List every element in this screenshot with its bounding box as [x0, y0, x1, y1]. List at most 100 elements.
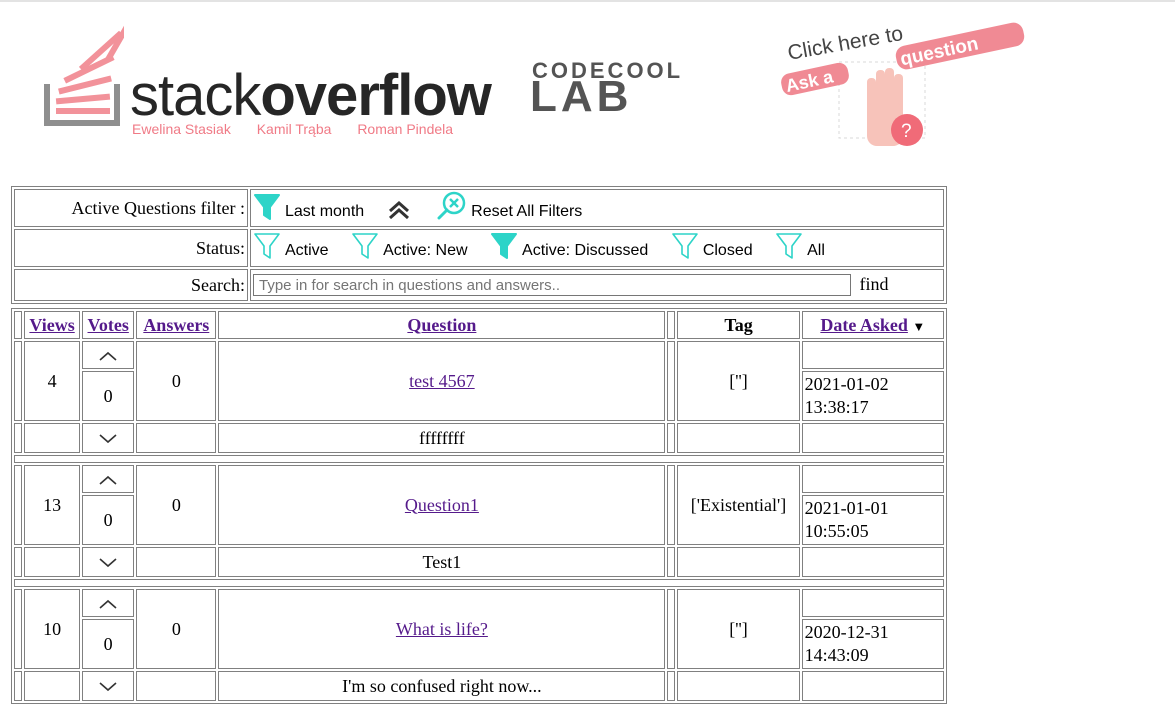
questions-table: Views Votes Answers Question Tag Date As…	[11, 308, 947, 704]
search-row: find	[250, 269, 944, 301]
funnel-filled-icon	[254, 193, 280, 220]
question-title-cell: What is life?	[218, 589, 666, 669]
question-link[interactable]: Question1	[405, 495, 479, 515]
date-cell: 2021-01-01 10:55:05	[801, 495, 944, 545]
question-link[interactable]: test 4567	[409, 371, 475, 391]
sort-date-label: Date Asked	[820, 314, 908, 335]
time-text: 13:38:17	[804, 397, 869, 417]
date-text: 2020-12-31	[804, 622, 889, 642]
status-all-label: All	[807, 241, 825, 259]
time-text: 10:55:05	[804, 521, 869, 541]
double-chevron-up-icon	[388, 200, 409, 219]
col-views[interactable]: Views	[24, 311, 81, 339]
table-row: 10 0 What is life? ['']	[14, 589, 944, 669]
vote-up-button[interactable]	[82, 589, 135, 617]
col-answers[interactable]: Answers	[136, 311, 217, 339]
vote-down-button[interactable]	[82, 547, 135, 577]
filter-last-month-label: Last month	[285, 202, 365, 220]
table-row: 13 0 Question1 ['Existential']	[14, 465, 944, 545]
vote-count: 0	[82, 495, 135, 545]
col-date[interactable]: Date Asked ▼	[801, 311, 944, 339]
question-description: Test1	[218, 547, 666, 577]
sort-question-link[interactable]: Question	[407, 315, 476, 335]
funnel-outline-icon	[776, 232, 802, 259]
views-count: 4	[24, 341, 81, 421]
description-row: ffffffff	[14, 423, 944, 453]
funnel-outline-icon	[352, 232, 378, 259]
stackoverflow-logo[interactable]: stackoverflow Ewelina Stasiak Kamil Trąb…	[44, 24, 504, 144]
ask-line1: Click here to	[786, 22, 905, 65]
table-row: 4 0 test 4567 ['']	[14, 341, 944, 421]
status-active-new[interactable]: Active: New	[351, 232, 468, 260]
date-cell: 2020-12-31 14:43:09	[801, 619, 944, 669]
question-title-cell: test 4567	[218, 341, 666, 421]
sort-views-link[interactable]: Views	[29, 315, 74, 335]
reset-filters-label: Reset All Filters	[471, 202, 583, 220]
chevron-up-icon	[99, 475, 117, 485]
col-tag: Tag	[677, 311, 800, 339]
search-reset-icon	[437, 191, 466, 219]
date-text: 2021-01-02	[804, 374, 889, 394]
search-label: Search:	[14, 269, 248, 301]
status-closed-label: Closed	[702, 241, 753, 259]
question-link[interactable]: What is life?	[396, 619, 488, 639]
reset-filters-button[interactable]: Reset All Filters	[437, 191, 582, 221]
ask-question-button[interactable]: Click here to Ask a question ?	[775, 20, 1030, 155]
question-title-cell: Question1	[218, 465, 666, 545]
chevron-up-icon	[99, 351, 117, 361]
status-active[interactable]: Active	[253, 232, 329, 260]
ask-word: Ask a	[784, 66, 836, 96]
answers-count: 0	[136, 341, 217, 421]
status-closed[interactable]: Closed	[671, 232, 753, 260]
answers-count: 0	[136, 589, 217, 669]
sort-date-link[interactable]: Date Asked	[820, 315, 908, 335]
status-active-discussed[interactable]: Active: Discussed	[490, 232, 648, 260]
status-active-discussed-label: Active: Discussed	[522, 241, 649, 259]
tag-cell: ['']	[677, 589, 800, 669]
chevron-down-icon	[99, 557, 117, 567]
status-all[interactable]: All	[775, 232, 825, 260]
ask-question-graphic: Click here to Ask a question ?	[781, 22, 1025, 146]
author-name: Roman Pindela	[357, 121, 454, 137]
description-row: Test1	[14, 547, 944, 577]
funnel-filled-icon	[491, 232, 518, 259]
collapse-button[interactable]	[387, 199, 415, 221]
chevron-up-icon	[99, 599, 117, 609]
sort-desc-icon: ▼	[912, 318, 926, 334]
date-text: 2021-01-01	[804, 498, 889, 518]
vote-up-button[interactable]	[82, 465, 135, 493]
svg-text:?: ?	[901, 121, 912, 142]
active-filter-label: Active Questions filter :	[14, 189, 248, 227]
status-active-label: Active	[285, 241, 329, 259]
vote-up-button[interactable]	[82, 341, 135, 369]
chevron-down-icon	[99, 433, 117, 443]
tag-cell: ['']	[677, 341, 800, 421]
author-name: Ewelina Stasiak	[132, 121, 231, 137]
sort-votes-link[interactable]: Votes	[88, 315, 129, 335]
filter-last-month[interactable]: Last month	[253, 193, 364, 221]
find-button[interactable]: find	[860, 274, 889, 294]
search-input[interactable]	[253, 274, 851, 297]
lab-text: LAB	[530, 72, 633, 121]
stack-icon	[44, 24, 124, 126]
views-count: 10	[24, 589, 81, 669]
date-cell: 2021-01-02 13:38:17	[801, 371, 944, 421]
codecool-logo: CODECOOL LAB	[530, 58, 715, 121]
sort-answers-link[interactable]: Answers	[143, 315, 209, 335]
vote-down-button[interactable]	[82, 671, 135, 701]
filters-panel: Active Questions filter : Last month Res…	[11, 186, 947, 304]
time-text: 14:43:09	[804, 645, 869, 665]
question-description: ffffffff	[218, 423, 666, 453]
active-filter-controls: Last month Reset All Filters	[250, 189, 944, 227]
funnel-outline-icon	[672, 232, 698, 259]
tag-cell: ['Existential']	[677, 465, 800, 545]
funnel-outline-icon	[254, 232, 280, 259]
views-count: 13	[24, 465, 81, 545]
status-filters: Active Active: New Active: Discussed Clo…	[250, 229, 944, 267]
col-question[interactable]: Question	[218, 311, 666, 339]
vote-down-button[interactable]	[82, 423, 135, 453]
table-header-row: Views Votes Answers Question Tag Date As…	[14, 311, 944, 339]
col-votes[interactable]: Votes	[82, 311, 135, 339]
page-header: stackoverflow Ewelina Stasiak Kamil Trąb…	[0, 0, 1175, 185]
author-name: Kamil Trąba	[256, 121, 332, 137]
